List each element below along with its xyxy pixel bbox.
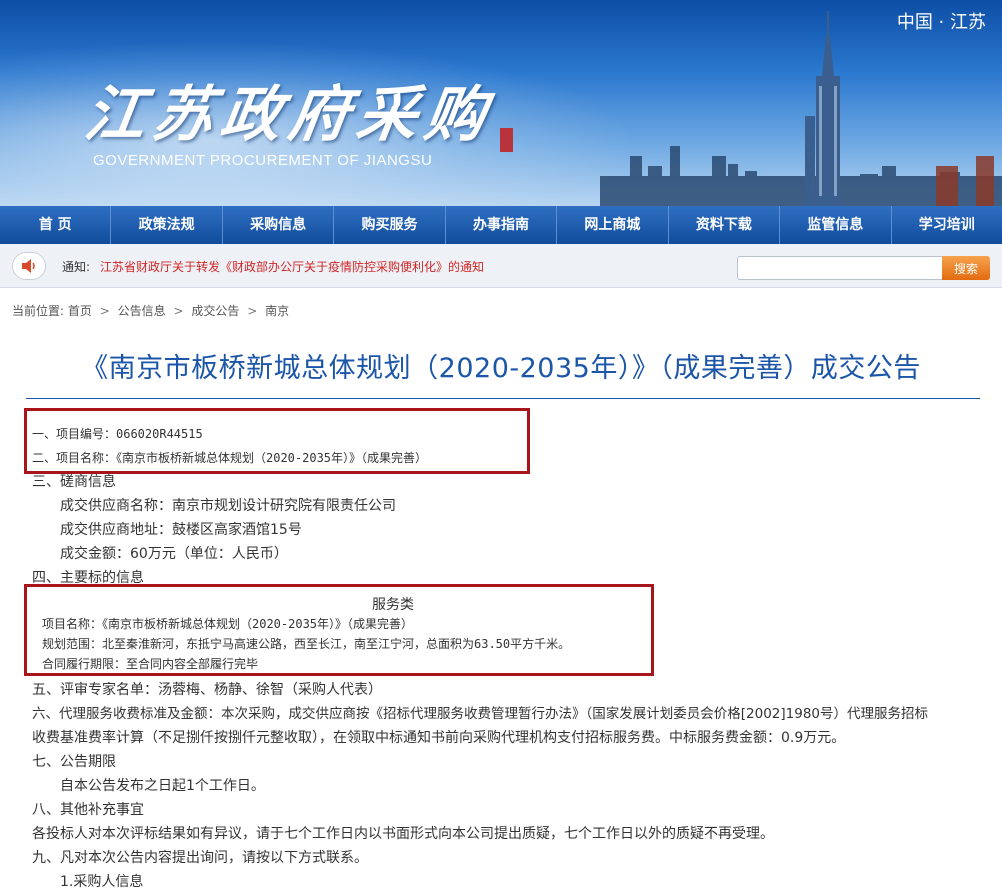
site-subtitle: GOVERNMENT PROCUREMENT OF JIANGSU: [93, 152, 433, 169]
notice-bar: 通知: 江苏省财政厅关于转发《财政部办公厅关于疫情防控采购便利化》的通知 搜索: [0, 244, 1002, 288]
service-scope: 规划范围：北至秦淮新河，东抵宁马高速公路，西至长江，南至江宁河，总面积为63.5…: [42, 637, 571, 651]
search-button[interactable]: 搜索: [942, 256, 990, 280]
nav-item-policy[interactable]: 政策法规: [111, 206, 223, 244]
service-term: 合同履行期限：至合同内容全部履行完毕: [42, 657, 259, 671]
purchaser-info-heading: 1.采购人信息: [60, 874, 144, 890]
breadcrumb-item-home[interactable]: 首页: [68, 304, 92, 318]
speaker-glyph: [22, 259, 35, 273]
nav-item-training[interactable]: 学习培训: [892, 206, 1002, 244]
main-nav: 首 页 政策法规 采购信息 购买服务 办事指南 网上商城 资料下载 监管信息 学…: [0, 206, 1002, 244]
section-heading-negotiation: 三、磋商信息: [32, 474, 116, 490]
breadcrumb-item-nanjing[interactable]: 南京: [265, 304, 289, 318]
notice-label: 通知:: [62, 260, 91, 274]
section-heading-subject: 四、主要标的信息: [32, 570, 144, 586]
project-number: 一、项目编号：066020R44515: [32, 427, 203, 441]
breadcrumb-item-deal-notices[interactable]: 成交公告: [191, 304, 239, 318]
section-heading-supplement: 八、其他补充事宜: [32, 802, 144, 818]
project-name: 二、项目名称：《南京市板桥新城总体规划（2020-2035年）》（成果完善）: [32, 451, 428, 465]
breadcrumb-separator: >: [173, 304, 184, 318]
notice-link[interactable]: 江苏省财政厅关于转发《财政部办公厅关于疫情防控采购便利化》的通知: [100, 258, 484, 275]
site-logo-calligraphy: 江苏政府采购: [80, 80, 499, 150]
breadcrumb-separator: >: [99, 304, 110, 318]
title-divider: [26, 398, 980, 399]
site-banner: 江苏政府采购 GOVERNMENT PROCUREMENT OF JIANGSU…: [0, 0, 1002, 206]
service-category-header: 服务类: [372, 597, 414, 613]
logo-seal: [500, 128, 513, 152]
nav-item-home[interactable]: 首 页: [0, 206, 112, 244]
supplier-address: 成交供应商地址：鼓楼区高家酒馆15号: [60, 522, 302, 538]
nav-item-procurement-info[interactable]: 采购信息: [223, 206, 335, 244]
nav-item-online-mall[interactable]: 网上商城: [557, 206, 669, 244]
nav-item-purchase-service[interactable]: 购买服务: [334, 206, 446, 244]
breadcrumb-item-notices[interactable]: 公告信息: [118, 304, 166, 318]
speaker-icon[interactable]: [12, 252, 46, 280]
expert-list: 五、评审专家名单：汤蓉梅、杨静、徐智（采购人代表）: [32, 682, 382, 698]
page-title: 《南京市板桥新城总体规划（2020-2035年）》（成果完善）成交公告: [81, 353, 921, 384]
agency-fee-line2: 收费基准费率计算（不足捌仟按捌仟元整收取），在领取中标通知书前向采购代理机构支付…: [32, 730, 846, 746]
search-input[interactable]: [737, 256, 943, 280]
deal-amount: 成交金额：60万元（单位：人民币）: [60, 546, 288, 562]
nav-item-guide[interactable]: 办事指南: [446, 206, 558, 244]
service-project-name: 项目名称：《南京市板桥新城总体规划（2020-2035年）》（成果完善）: [42, 617, 414, 631]
section-heading-contact: 九、凡对本次公告内容提出询问，请按以下方式联系。: [32, 850, 368, 866]
supplement-detail: 各投标人对本次评标结果如有异议，请于七个工作日内以书面形式向本公司提出质疑，七个…: [32, 826, 774, 842]
breadcrumb: 当前位置: 首页 > 公告信息 > 成交公告 > 南京: [12, 302, 289, 319]
breadcrumb-separator: >: [247, 304, 258, 318]
city-skyline-graphic: [600, 11, 1002, 206]
agency-fee-line1: 六、代理服务收费标准及金额：本次采购，成交供应商按《招标代理服务收费管理暂行办法…: [32, 706, 928, 722]
region-label: 中国 · 江苏: [896, 12, 986, 33]
nav-item-supervision[interactable]: 监管信息: [780, 206, 892, 244]
section-heading-period: 七、公告期限: [32, 754, 116, 770]
supplier-name: 成交供应商名称：南京市规划设计研究院有限责任公司: [60, 498, 396, 514]
breadcrumb-prefix: 当前位置:: [12, 304, 65, 318]
nav-item-downloads[interactable]: 资料下载: [669, 206, 781, 244]
notice-period: 自本公告发布之日起1个工作日。: [60, 778, 265, 794]
